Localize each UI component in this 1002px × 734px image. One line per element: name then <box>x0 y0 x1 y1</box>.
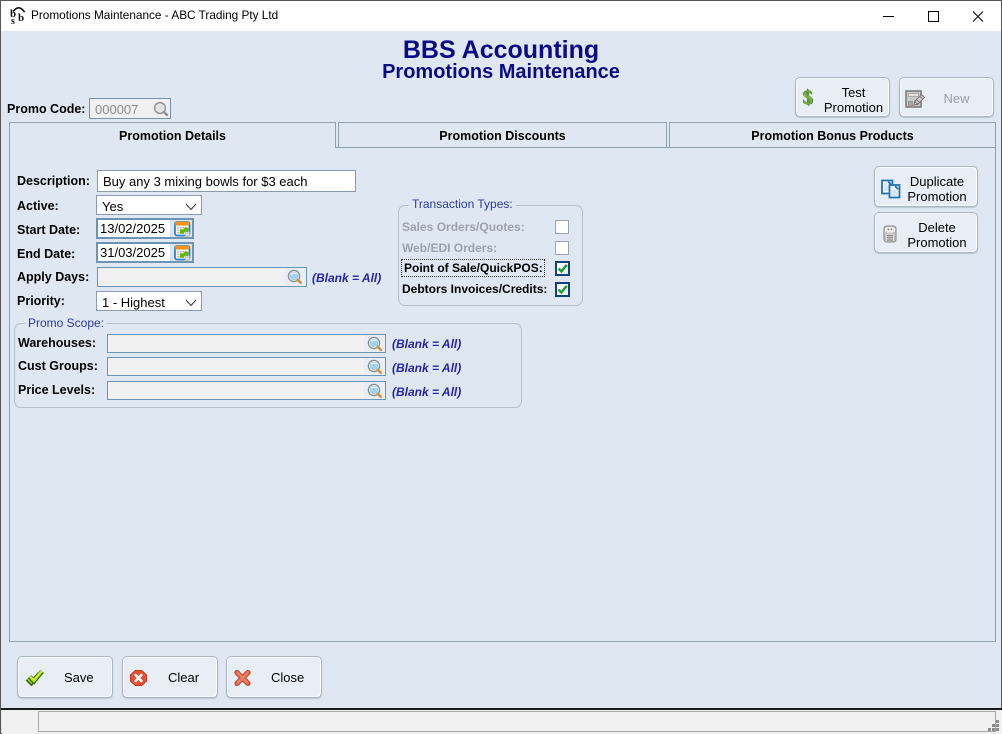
svg-text:b: b <box>18 12 24 24</box>
svg-text:s: s <box>11 16 15 25</box>
